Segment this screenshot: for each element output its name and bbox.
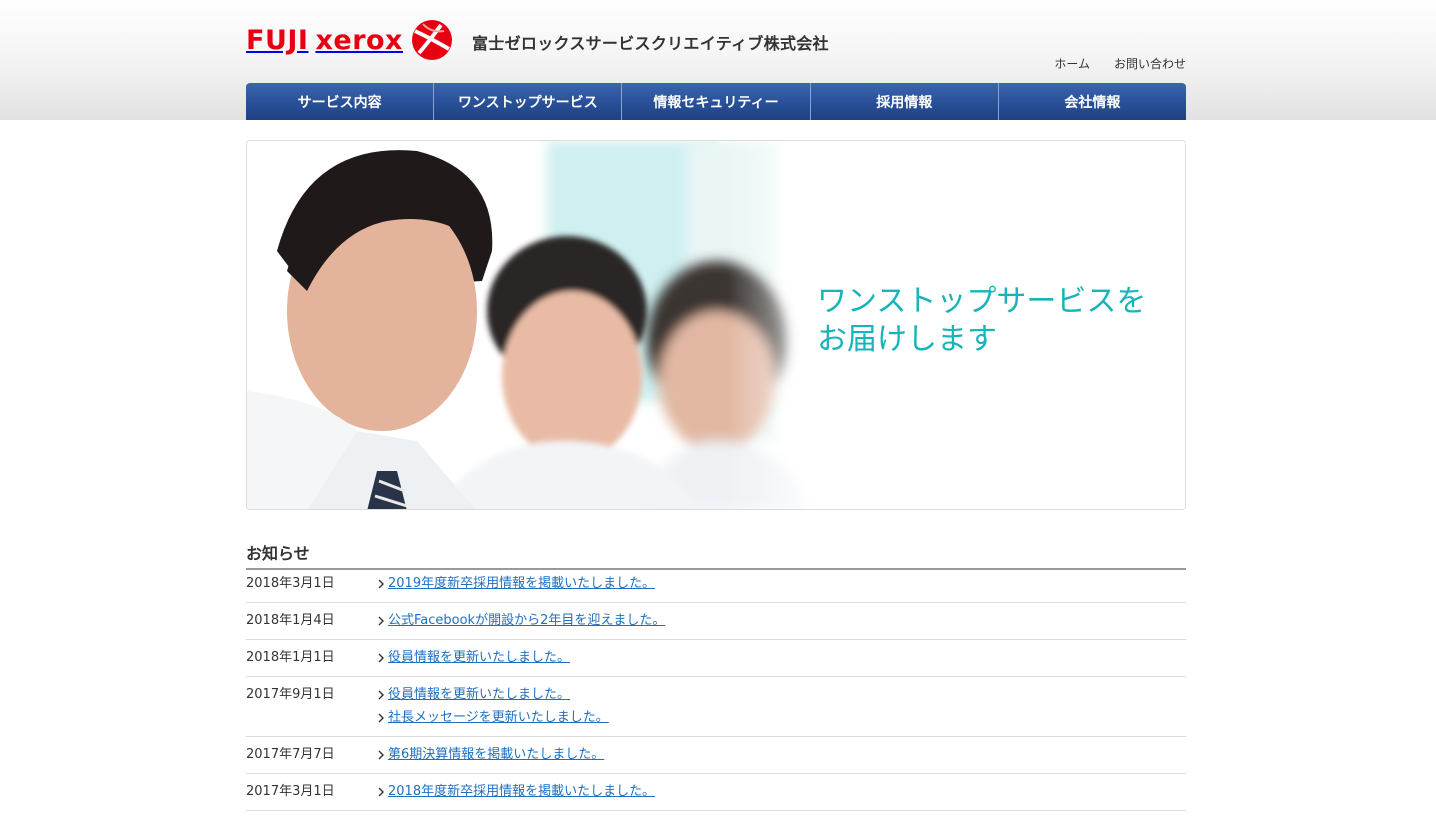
hero-copy-line1: ワンストップサービスを xyxy=(817,284,1147,319)
contact-link[interactable]: お問い合わせ xyxy=(1114,55,1186,72)
nav-item-services[interactable]: サービス内容 xyxy=(246,83,435,120)
news-item: 2017年3月1日 2018年度新卒採用情報を掲載いたしました。 xyxy=(246,774,1186,811)
news-link[interactable]: 役員情報を更新いたしました。 xyxy=(388,650,570,666)
nav-item-one-stop-service[interactable]: ワンストップサービス xyxy=(434,83,623,120)
news-date: 2017年7月7日 xyxy=(246,747,335,762)
news-item: 2018年1月1日 役員情報を更新いたしました。 xyxy=(246,640,1186,677)
news-date: 2017年9月1日 xyxy=(246,687,335,702)
news-item: 2017年7月7日 第6期決算情報を掲載いたしました。 xyxy=(246,737,1186,774)
fuji-xerox-logo[interactable]: FUJI xerox xyxy=(246,18,453,62)
chevron-right-icon xyxy=(378,616,384,626)
nav-item-recruitment[interactable]: 採用情報 xyxy=(811,83,999,120)
news-link[interactable]: 2018年度新卒採用情報を掲載いたしました。 xyxy=(388,784,655,800)
news-date: 2018年3月1日 xyxy=(246,576,335,591)
company-name: 富士ゼロックスサービスクリエイティブ株式会社 xyxy=(472,34,829,53)
hero-banner: ワンストップサービスを お届けします xyxy=(246,140,1186,510)
news-date: 2018年1月1日 xyxy=(246,650,335,665)
news-item: 2018年3月1日 2019年度新卒採用情報を掲載いたしました。 xyxy=(246,566,1186,603)
news-date: 2018年1月4日 xyxy=(246,613,335,628)
news-list: 2018年3月1日 2019年度新卒採用情報を掲載いたしました。 2018年1月… xyxy=(246,566,1186,811)
news-link[interactable]: 公式Facebookが開設から2年目を迎えました。 xyxy=(388,613,665,629)
news-link[interactable]: 第6期決算情報を掲載いたしました。 xyxy=(388,747,604,763)
chevron-right-icon xyxy=(378,653,384,663)
news-link[interactable]: 社長メッセージを更新いたしました。 xyxy=(388,710,609,726)
news-link[interactable]: 2019年度新卒採用情報を掲載いたしました。 xyxy=(388,576,655,592)
chevron-right-icon xyxy=(378,690,384,700)
hero-copy-line2: お届けします xyxy=(817,322,997,357)
chevron-right-icon xyxy=(378,750,384,760)
chevron-right-icon xyxy=(378,579,384,589)
hero-copy: ワンストップサービスを お届けします xyxy=(817,283,1146,359)
news-link[interactable]: 役員情報を更新いたしました。 xyxy=(388,687,570,703)
home-link[interactable]: ホーム xyxy=(1054,55,1090,72)
news-date: 2017年3月1日 xyxy=(246,784,335,799)
news-item: 2018年1月4日 公式Facebookが開設から2年目を迎えました。 xyxy=(246,603,1186,640)
logo-text-xerox: xerox xyxy=(315,24,403,56)
nav-item-information-security[interactable]: 情報セキュリティー xyxy=(622,83,811,120)
chevron-right-icon xyxy=(378,787,384,797)
global-nav: サービス内容 ワンストップサービス 情報セキュリティー 採用情報 会社情報 xyxy=(246,83,1186,120)
logo-text-fuji: FUJI xyxy=(246,24,309,56)
news-item: 2017年9月1日 役員情報を更新いたしました。 社長メッセージを更新いたしまし… xyxy=(246,677,1186,737)
chevron-right-icon xyxy=(378,713,384,723)
utility-nav: ホーム お問い合わせ xyxy=(1054,55,1186,72)
nav-item-company-info[interactable]: 会社情報 xyxy=(999,83,1186,120)
xerox-ball-icon xyxy=(411,20,452,60)
